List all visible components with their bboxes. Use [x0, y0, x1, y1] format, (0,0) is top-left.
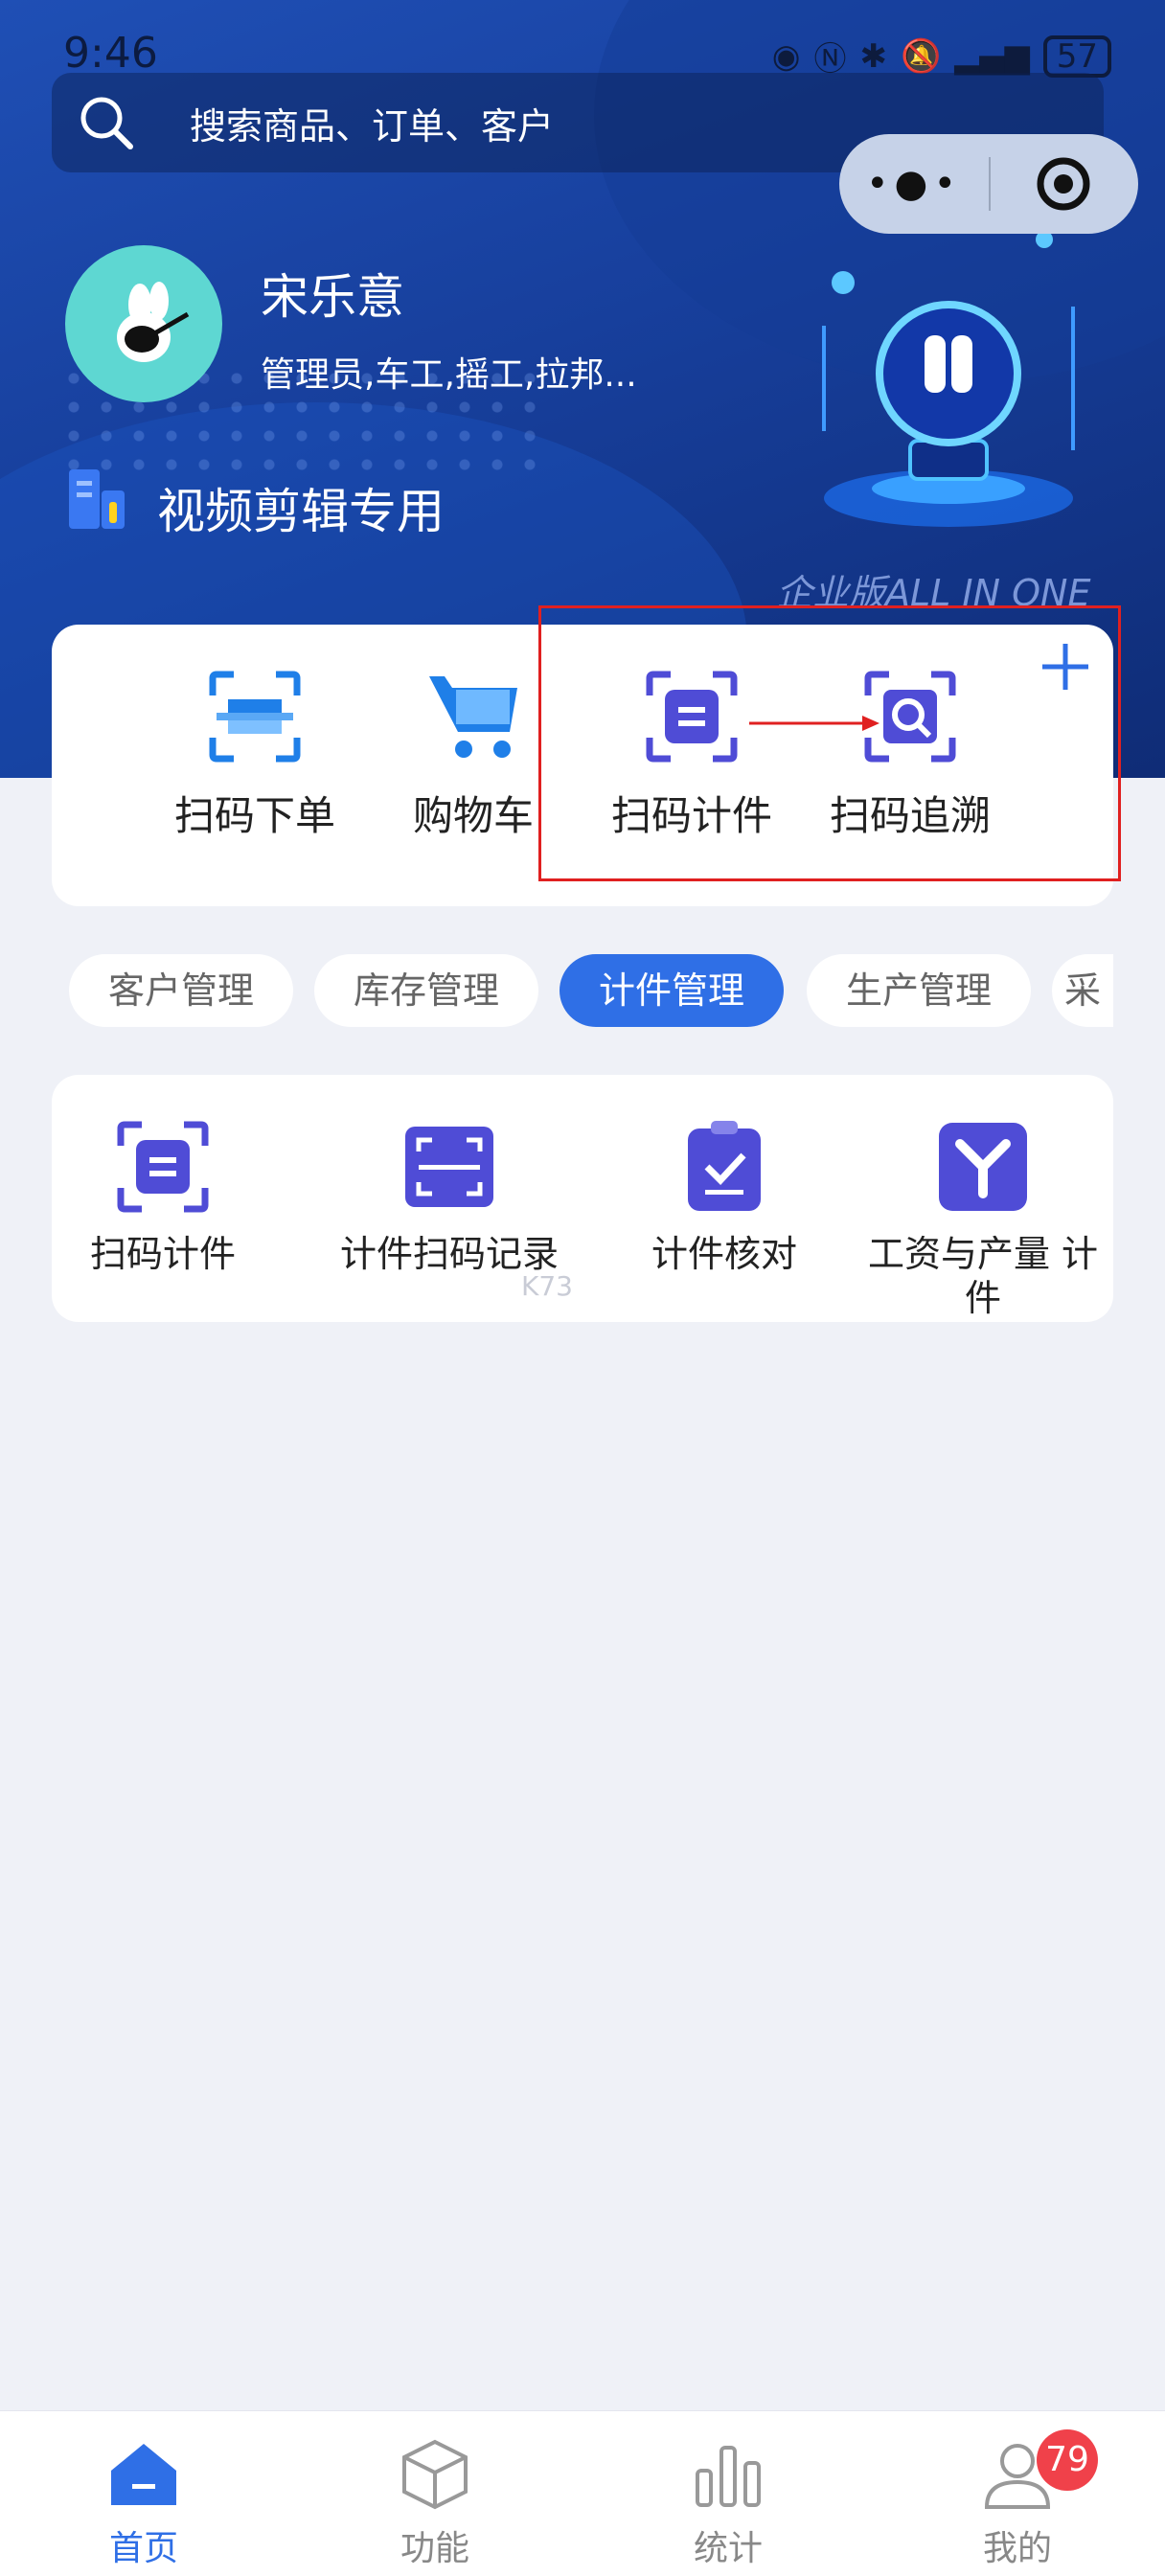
bar-chart-icon — [696, 2446, 761, 2507]
bluetooth-icon: ✱ — [859, 36, 887, 76]
miniprogram-capsule: •●• — [839, 134, 1138, 234]
search-icon — [80, 97, 133, 149]
func-scan-record[interactable]: 计件扫码记录 — [330, 1119, 569, 1276]
tab-purchase[interactable]: 采 — [1052, 954, 1113, 1027]
watermark: K73 — [521, 1270, 573, 1302]
status-time: 9:46 — [63, 29, 158, 78]
nav-stats[interactable]: 统计 — [651, 2438, 805, 2570]
avatar[interactable] — [65, 245, 222, 402]
highlight-box — [538, 605, 1121, 881]
scan-order-icon — [209, 671, 301, 763]
nav-home[interactable]: 首页 — [67, 2438, 220, 2570]
user-name: 宋乐意 — [261, 269, 404, 325]
battery-level: 57 — [1042, 34, 1111, 78]
cube-icon — [402, 2439, 468, 2510]
more-icon[interactable]: •●• — [839, 162, 989, 206]
scan-record-icon — [405, 1127, 493, 1207]
home-icon — [111, 2444, 176, 2505]
mute-icon: 🔕 — [900, 36, 942, 76]
clipboard-check-icon — [688, 1121, 761, 1211]
eye-icon: ◉ — [771, 36, 801, 76]
func-scan-piece[interactable]: 扫码计件 — [86, 1119, 240, 1276]
company-name: 视频剪辑专用 — [157, 484, 445, 539]
building-icon — [69, 469, 125, 529]
tab-inventory[interactable]: 库存管理 — [314, 954, 538, 1027]
func-wage-output[interactable]: 工资与产量 计件 — [862, 1119, 1104, 1320]
bottom-nav: 首页 功能 统计 我的 — [0, 2410, 1165, 2576]
y-shape-icon — [939, 1123, 1027, 1211]
rabbit-guitar-icon — [117, 282, 190, 362]
tab-piecework[interactable]: 计件管理 — [560, 954, 784, 1027]
close-target-icon[interactable] — [991, 155, 1136, 213]
notification-badge: 79 — [1037, 2429, 1098, 2491]
tab-production[interactable]: 生产管理 — [807, 954, 1031, 1027]
quick-scan-order[interactable]: 扫码下单 — [159, 669, 351, 842]
search-placeholder: 搜索商品、订单、客户 — [190, 104, 555, 148]
user-roles: 管理员,车工,摇工,拉邦... — [261, 355, 637, 395]
func-piece-check[interactable]: 计件核对 — [628, 1119, 820, 1276]
lamp-illustration — [822, 231, 1075, 527]
cart-icon — [429, 676, 517, 758]
signal-icon: ▂▄▆ — [954, 36, 1030, 76]
nav-functions[interactable]: 功能 — [358, 2438, 512, 2570]
function-card: 扫码计件 计件扫码记录 计件核对 工资与产量 计件 — [52, 1075, 1113, 1322]
tab-customer[interactable]: 客户管理 — [69, 954, 293, 1027]
scan-piece-icon — [117, 1121, 209, 1213]
arrow-annotation-icon — [749, 716, 879, 731]
